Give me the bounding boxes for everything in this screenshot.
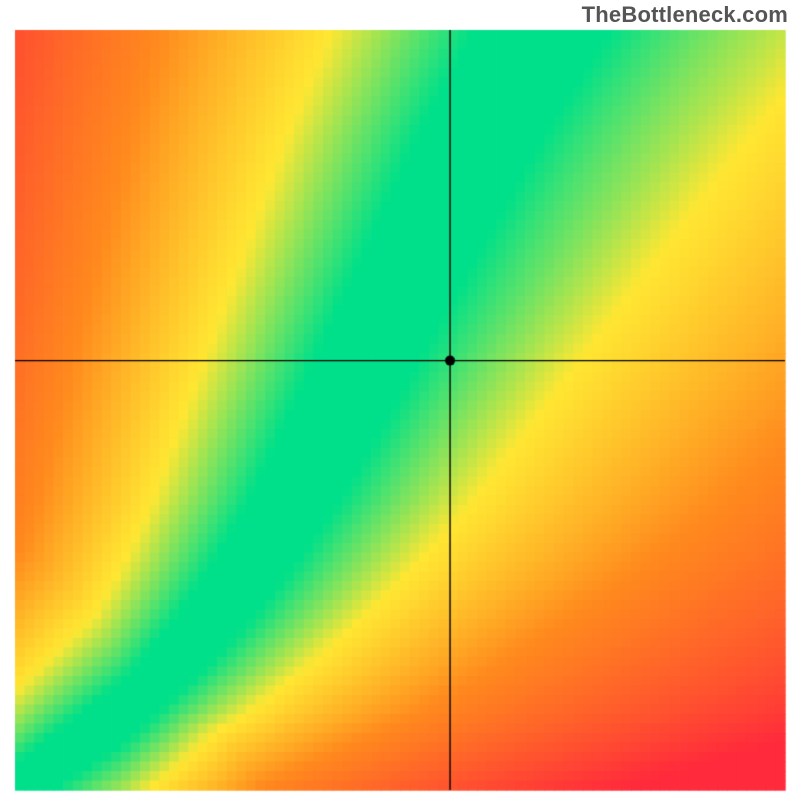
watermark-text: TheBottleneck.com — [582, 2, 788, 28]
chart-container: TheBottleneck.com — [0, 0, 800, 800]
heatmap-canvas — [0, 0, 800, 800]
